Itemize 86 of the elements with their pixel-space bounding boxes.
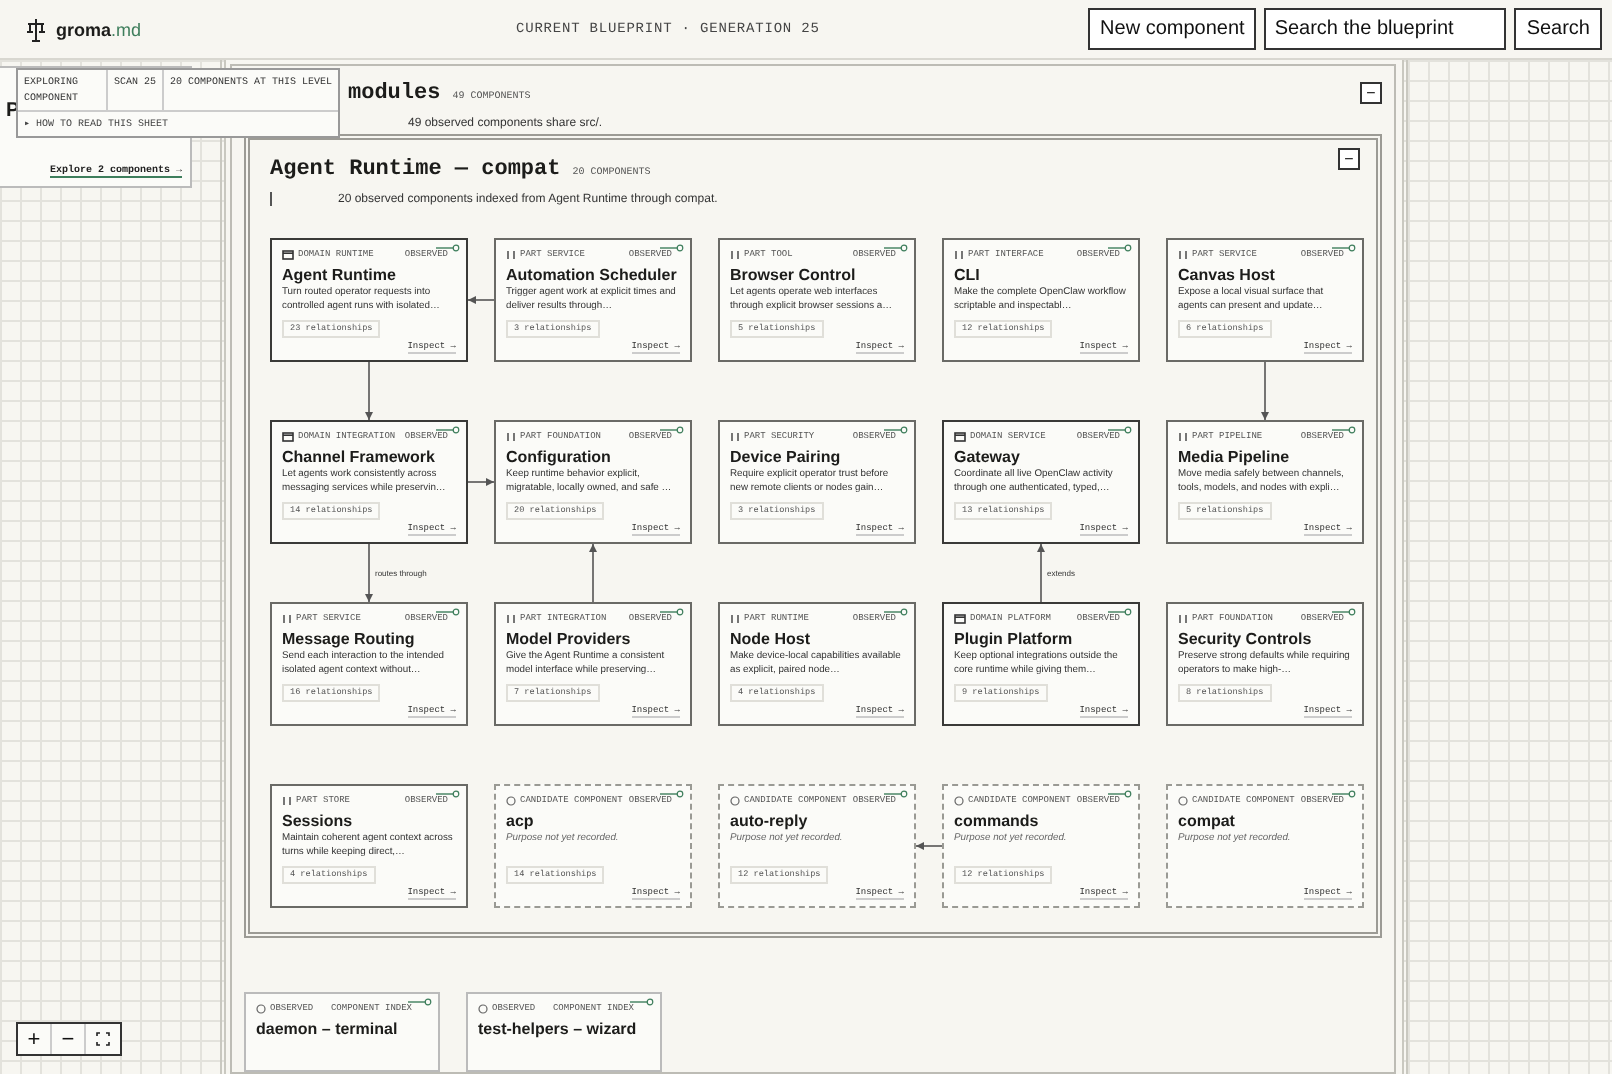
card-title: Configuration bbox=[506, 448, 613, 466]
card-title: Automation Scheduler bbox=[506, 266, 679, 284]
card-title: compat bbox=[1178, 812, 1237, 830]
card-title: Plugin Platform bbox=[954, 630, 1075, 648]
group-title: Agent Runtime — compat bbox=[270, 158, 561, 182]
bracket-icon bbox=[730, 249, 740, 259]
bracket-icon bbox=[506, 431, 516, 441]
card-title: Sessions bbox=[282, 812, 355, 830]
link-icon bbox=[660, 244, 684, 252]
link-icon bbox=[1332, 790, 1356, 798]
card-title: Node Host bbox=[730, 630, 812, 648]
link-icon bbox=[884, 608, 908, 616]
bracket-icon bbox=[954, 249, 964, 259]
connector-arrow bbox=[365, 361, 373, 421]
link-icon bbox=[884, 244, 908, 252]
card-title: Model Providers bbox=[506, 630, 633, 648]
bracket-icon bbox=[1178, 249, 1188, 259]
connector-arrow bbox=[589, 543, 597, 603]
link-icon bbox=[436, 426, 460, 434]
circle-icon bbox=[478, 1003, 488, 1013]
connector-arrow bbox=[1037, 543, 1045, 603]
collapse-button[interactable]: − bbox=[1338, 148, 1360, 170]
card-title: Browser Control bbox=[730, 266, 858, 284]
link-icon bbox=[1108, 608, 1132, 616]
bracket-icon bbox=[282, 613, 292, 623]
section-title: modules bbox=[348, 82, 441, 106]
connector-arrow bbox=[915, 842, 943, 850]
connector-arrow bbox=[467, 296, 495, 304]
window-icon bbox=[954, 613, 966, 623]
link-icon bbox=[1108, 790, 1132, 798]
search-button[interactable]: Search bbox=[1514, 8, 1602, 50]
zoom-button[interactable]: + bbox=[18, 1024, 52, 1054]
link-icon bbox=[1332, 426, 1356, 434]
card-title: commands bbox=[954, 812, 1041, 830]
card-title: auto-reply bbox=[730, 812, 810, 830]
link-icon bbox=[1332, 244, 1356, 252]
search-field[interactable]: Search the blueprint bbox=[1264, 8, 1507, 50]
circle-icon bbox=[954, 795, 964, 805]
link-icon bbox=[1108, 244, 1132, 252]
circle-icon bbox=[256, 1003, 266, 1013]
bracket-icon bbox=[506, 613, 516, 623]
link-icon bbox=[884, 426, 908, 434]
connector-arrow bbox=[467, 478, 495, 486]
bracket-icon bbox=[730, 431, 740, 441]
link-icon bbox=[436, 244, 460, 252]
link-icon bbox=[884, 790, 908, 798]
circle-icon bbox=[1178, 795, 1188, 805]
card-title: Gateway bbox=[954, 448, 1022, 466]
link-icon bbox=[660, 790, 684, 798]
link-icon bbox=[436, 608, 460, 616]
zoom-button[interactable]: − bbox=[52, 1024, 86, 1054]
new-component-button[interactable]: New component bbox=[1088, 8, 1257, 50]
card-title: Canvas Host bbox=[1178, 266, 1277, 284]
card-title: Agent Runtime bbox=[282, 266, 398, 284]
bracket-icon bbox=[1178, 431, 1188, 441]
collapse-button[interactable]: − bbox=[1360, 82, 1382, 104]
card-title: daemon – terminal bbox=[256, 1020, 400, 1038]
bracket-icon bbox=[282, 795, 292, 805]
window-icon bbox=[282, 249, 294, 259]
window-icon bbox=[282, 431, 294, 441]
card-title: test-helpers – wizard bbox=[478, 1020, 639, 1038]
link-icon bbox=[408, 998, 432, 1006]
card-title: Message Routing bbox=[282, 630, 417, 648]
link-icon bbox=[660, 608, 684, 616]
window-icon bbox=[954, 431, 966, 441]
connector-arrow bbox=[365, 543, 373, 603]
bracket-icon bbox=[1178, 613, 1188, 623]
card-title: Media Pipeline bbox=[1178, 448, 1292, 466]
card-title: Channel Framework bbox=[282, 448, 437, 466]
link-icon bbox=[1108, 426, 1132, 434]
link-icon bbox=[436, 790, 460, 798]
card-title: CLI bbox=[954, 266, 982, 284]
card-title: acp bbox=[506, 812, 536, 830]
frame-icon bbox=[96, 1032, 110, 1046]
card-title: Security Controls bbox=[1178, 630, 1314, 648]
card-title: Device Pairing bbox=[730, 448, 843, 466]
circle-icon bbox=[506, 795, 516, 805]
connector-arrow bbox=[1261, 361, 1269, 421]
brand-name: groma.md bbox=[56, 19, 144, 39]
logo-icon bbox=[26, 17, 46, 41]
link-icon bbox=[660, 426, 684, 434]
circle-icon bbox=[730, 795, 740, 805]
link-icon bbox=[630, 998, 654, 1006]
link-icon bbox=[1332, 608, 1356, 616]
bracket-icon bbox=[506, 249, 516, 259]
bracket-icon bbox=[730, 613, 740, 623]
